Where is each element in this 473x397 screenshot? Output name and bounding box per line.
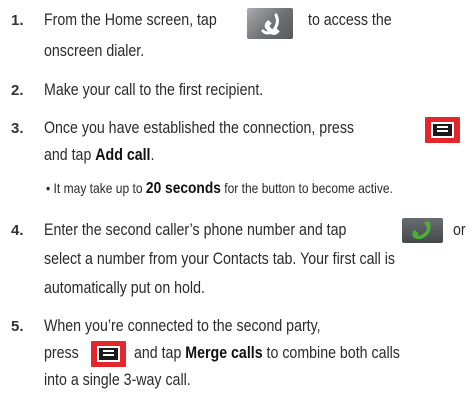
step-text-line: automatically put on hold.: [44, 279, 205, 297]
step-number: 2.: [11, 82, 24, 99]
step-number: 1.: [11, 12, 24, 29]
step-text-line: select a number from your Contacts tab. …: [44, 250, 395, 268]
step-text-line: and tap Merge calls to combine both call…: [134, 344, 400, 362]
bold-term: Add call: [95, 146, 151, 164]
step-text-line: onscreen dialer.: [44, 42, 145, 60]
step-text-line: Enter the second caller’s phone number a…: [44, 221, 347, 239]
menu-key-icon: [425, 117, 460, 143]
menu-key-icon: [91, 341, 126, 367]
step-text-line: When you’re connected to the second part…: [44, 317, 321, 335]
step-text-line: or: [453, 221, 466, 239]
step-text-line: Once you have established the connection…: [44, 119, 355, 137]
step-text-line: to access the: [308, 11, 392, 29]
step-text-line: Make your call to the first recipient.: [44, 81, 264, 99]
bold-term: 20 seconds: [145, 180, 221, 197]
step-text-line: From the Home screen, tap: [44, 11, 217, 29]
phone-icon: [247, 8, 293, 39]
bullet-note: • It may take up to 20 seconds for the b…: [46, 180, 393, 197]
step-text-line: and tap Add call.: [44, 146, 155, 164]
step-text-line: press: [44, 344, 79, 362]
phone-icon: [402, 218, 443, 243]
bold-term: Merge calls: [185, 344, 263, 362]
step-number: 3.: [11, 120, 24, 137]
step-text-line: into a single 3-way call.: [44, 371, 191, 389]
step-number: 5.: [11, 318, 24, 335]
step-number: 4.: [11, 222, 24, 239]
